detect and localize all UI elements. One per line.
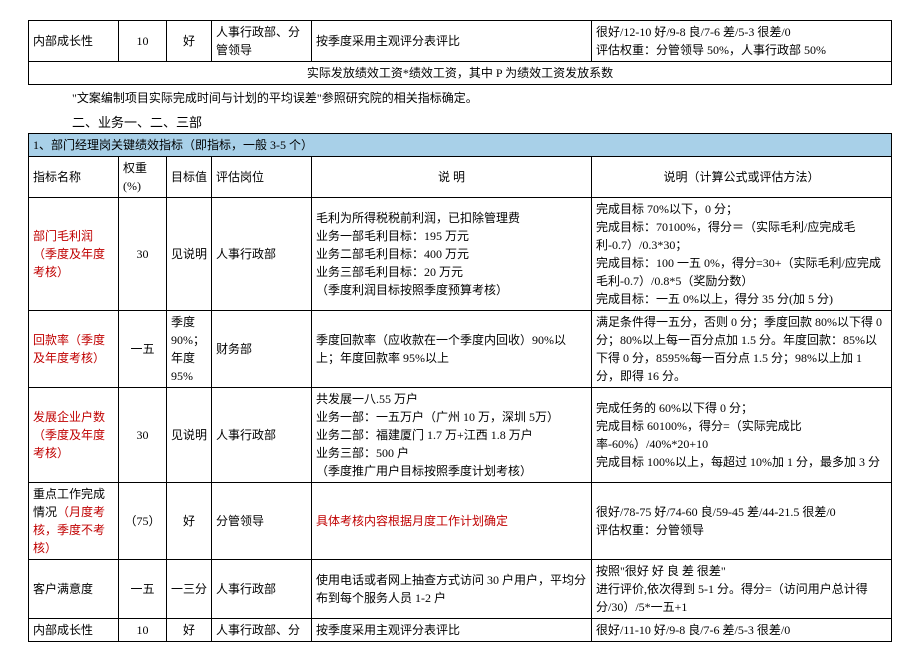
- cell-formula: 很好/12-10 好/9-8 良/7-6 差/5-3 很差/0 评估权重：分管领…: [592, 21, 892, 62]
- cell-target: 好: [167, 21, 212, 62]
- cell-name: 客户满意度: [29, 560, 119, 619]
- cell-target: 一三分: [167, 560, 212, 619]
- blue-header-row: 1、部门经理岗关键绩效指标（即指标，一般 3-5 个）: [29, 134, 892, 157]
- table-row: 发展企业户数（季度及年度考核） 30 见说明 人事行政部 共发展一八.55 万户…: [29, 388, 892, 483]
- table-row: 客户满意度 一五 一三分 人事行政部 使用电话或者网上抽查方式访问 30 户用户…: [29, 560, 892, 619]
- section-heading: 二、业务一、二、三部: [28, 110, 892, 133]
- table-row: 内部成长性 10 好 人事行政部、分管领导 按季度采用主观评分表评比 很好/12…: [29, 21, 892, 62]
- cell-eval: 人事行政部: [212, 198, 312, 311]
- cell-eval: 人事行政部: [212, 560, 312, 619]
- cell-eval: 财务部: [212, 311, 312, 388]
- cell-evaluator: 人事行政部、分管领导: [212, 21, 312, 62]
- cell-formula: 满足条件得一五分，否则 0 分；季度回款 80%以下得 0 分；80%以上每一百…: [592, 311, 892, 388]
- cell-desc: 共发展一八.55 万户 业务一部：一五万户（广州 10 万，深圳 5万） 业务二…: [312, 388, 592, 483]
- table-row: 实际发放绩效工资*绩效工资，其中 P 为绩效工资发放系数: [29, 62, 892, 85]
- cell-name: 发展企业户数（季度及年度考核）: [29, 388, 119, 483]
- cell-target: 季度90%；年度 95%: [167, 311, 212, 388]
- column-header-row: 指标名称 权重(%) 目标值 评估岗位 说 明 说明（计算公式或评估方法）: [29, 157, 892, 198]
- col-formula: 说明（计算公式或评估方法）: [592, 157, 892, 198]
- cell-name: 部门毛利润（季度及年度考核）: [29, 198, 119, 311]
- cell-weight: 30: [119, 198, 167, 311]
- table-row: 回款率（季度及年度考核） 一五 季度90%；年度 95% 财务部 季度回款率（应…: [29, 311, 892, 388]
- col-weight: 权重(%): [119, 157, 167, 198]
- cell-formula: 按照"很好 好 良 差 很差" 进行评价,依次得到 5-1 分。得分=（访问用户…: [592, 560, 892, 619]
- cell-desc: 具体考核内容根据月度工作计划确定: [312, 483, 592, 560]
- cell-indicator: 内部成长性: [29, 21, 119, 62]
- cell-desc: 毛利为所得税税前利润，已扣除管理费 业务一部毛利目标：195 万元 业务二部毛利…: [312, 198, 592, 311]
- col-target: 目标值: [167, 157, 212, 198]
- cell-formula: 很好/78-75 好/74-60 良/59-45 差/44-21.5 很差/0 …: [592, 483, 892, 560]
- cell-target: 好: [167, 619, 212, 642]
- col-name: 指标名称: [29, 157, 119, 198]
- kpi-table: 1、部门经理岗关键绩效指标（即指标，一般 3-5 个） 指标名称 权重(%) 目…: [28, 133, 892, 642]
- top-table: 内部成长性 10 好 人事行政部、分管领导 按季度采用主观评分表评比 很好/12…: [28, 20, 892, 85]
- cell-desc: 使用电话或者网上抽查方式访问 30 户用户，平均分布到每个服务人员 1-2 户: [312, 560, 592, 619]
- cell-target: 好: [167, 483, 212, 560]
- table-row: 部门毛利润（季度及年度考核） 30 见说明 人事行政部 毛利为所得税税前利润，已…: [29, 198, 892, 311]
- table-row: 重点工作完成情况（月度考核，季度不考核） （75） 好 分管领导 具体考核内容根…: [29, 483, 892, 560]
- cell-weight: （75）: [119, 483, 167, 560]
- cell-formula: 完成任务的 60%以下得 0 分； 完成目标 60100%，得分=（实际完成比率…: [592, 388, 892, 483]
- cell-target: 见说明: [167, 198, 212, 311]
- cell-weight: 30: [119, 388, 167, 483]
- cell-weight: 10: [119, 619, 167, 642]
- cell-weight: 10: [119, 21, 167, 62]
- blue-header-label: 1、部门经理岗关键绩效指标（即指标，一般 3-5 个）: [33, 138, 313, 152]
- cell-weight: 一五: [119, 311, 167, 388]
- col-desc: 说 明: [312, 157, 592, 198]
- cell-eval: 人事行政部、分: [212, 619, 312, 642]
- cell-desc: 按季度采用主观评分表评比: [312, 21, 592, 62]
- blue-header-cell: 1、部门经理岗关键绩效指标（即指标，一般 3-5 个）: [29, 134, 892, 157]
- cell-name: 重点工作完成情况（月度考核，季度不考核）: [29, 483, 119, 560]
- cell-weight: 一五: [119, 560, 167, 619]
- cell-formula: 很好/11-10 好/9-8 良/7-6 差/5-3 很差/0: [592, 619, 892, 642]
- col-eval: 评估岗位: [212, 157, 312, 198]
- cell-formula: 完成目标 70%以下，0 分； 完成目标：70100%，得分＝（实际毛利/应完成…: [592, 198, 892, 311]
- cell-merged-note: 实际发放绩效工资*绩效工资，其中 P 为绩效工资发放系数: [29, 62, 892, 85]
- cell-name: 回款率（季度及年度考核）: [29, 311, 119, 388]
- cell-name: 内部成长性: [29, 619, 119, 642]
- cell-desc: 季度回款率（应收款在一个季度内回收）90%以上；年度回款率 95%以上: [312, 311, 592, 388]
- cell-eval: 分管领导: [212, 483, 312, 560]
- cell-target: 见说明: [167, 388, 212, 483]
- cell-desc: 按季度采用主观评分表评比: [312, 619, 592, 642]
- table-row: 内部成长性 10 好 人事行政部、分 按季度采用主观评分表评比 很好/11-10…: [29, 619, 892, 642]
- note-text: "文案编制项目实际完成时间与计划的平均误差"参照研究院的相关指标确定。: [28, 85, 892, 110]
- cell-eval: 人事行政部: [212, 388, 312, 483]
